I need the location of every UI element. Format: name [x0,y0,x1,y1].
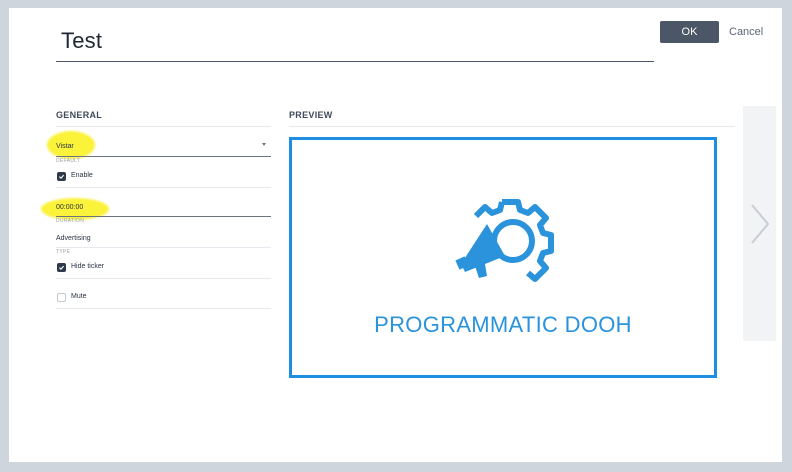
default-select-underline [56,156,271,157]
check-icon [59,265,65,271]
type-field-label: TYPE [56,249,71,255]
divider [56,278,271,279]
preview-heading: PREVIEW [289,110,333,120]
caret-down-icon[interactable] [262,143,266,146]
divider [56,187,271,188]
duration-field-label: DURATION [56,218,85,224]
title-underline [56,61,654,62]
enable-checkbox[interactable] [57,172,66,181]
chevron-right-icon[interactable] [749,203,771,245]
default-select-value[interactable]: Vistar [56,143,74,150]
mute-checkbox[interactable] [57,293,66,302]
divider [56,126,271,127]
mute-label: Mute [71,293,87,300]
divider [56,247,271,248]
duration-underline [56,216,271,217]
duration-input[interactable]: 00:00:00 [56,204,83,211]
general-heading: GENERAL [56,110,103,120]
dialog: Test OK Cancel GENERAL Vistar DEFAULT En… [9,8,782,462]
ok-button[interactable]: OK [660,21,719,43]
check-icon [59,174,65,180]
enable-label: Enable [71,172,93,179]
divider [56,308,271,309]
hide-ticker-label: Hide ticker [71,263,105,270]
dialog-title[interactable]: Test [61,28,102,54]
megaphone-gear-icon [455,199,554,282]
preview-frame: PROGRAMMATIC DOOH [289,137,717,378]
type-value: Advertising [56,235,91,242]
default-field-label: DEFAULT [56,158,81,164]
brand-text: PROGRAMMATIC DOOH [374,312,632,337]
cancel-button[interactable]: Cancel [729,26,763,38]
next-panel[interactable] [743,106,776,341]
divider [289,126,735,127]
hide-ticker-checkbox[interactable] [57,263,66,272]
